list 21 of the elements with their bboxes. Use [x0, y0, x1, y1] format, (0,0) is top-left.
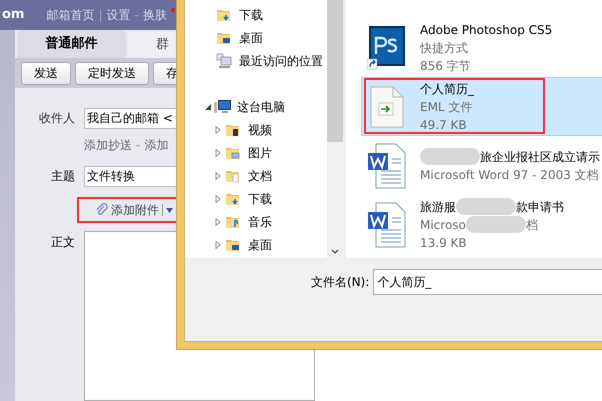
file-name: 款申请书 [516, 198, 564, 216]
file-size: 49.7 KB [420, 116, 468, 134]
subject-label: 主题 [50, 168, 75, 185]
file-type: 档 [526, 216, 538, 234]
link-separator: - [136, 137, 140, 154]
file-type: Microso [420, 216, 466, 234]
file-name: 旅企业报社区成立请示 [480, 148, 600, 166]
header-separator: - [134, 7, 139, 24]
recipient-label: 收件人 [38, 110, 75, 127]
file-size: 856 字节 [420, 58, 472, 74]
file-type: EML 文件 [420, 98, 472, 116]
filename-label: 文件名(N): [311, 274, 370, 291]
file-name: 个人简历_ [420, 80, 474, 98]
file-type: Microsoft Word 97 - 2003 文档 [420, 166, 599, 184]
file-type: 快捷方式 [420, 40, 468, 56]
file-name: Adobe Photoshop CS5 [420, 22, 552, 38]
file-size: 13.9 KB [420, 234, 468, 252]
site-logo-text: om [2, 6, 24, 24]
header-separator: | [98, 7, 103, 24]
file-name: 旅游服 [420, 198, 456, 216]
body-label: 正文 [50, 234, 75, 251]
